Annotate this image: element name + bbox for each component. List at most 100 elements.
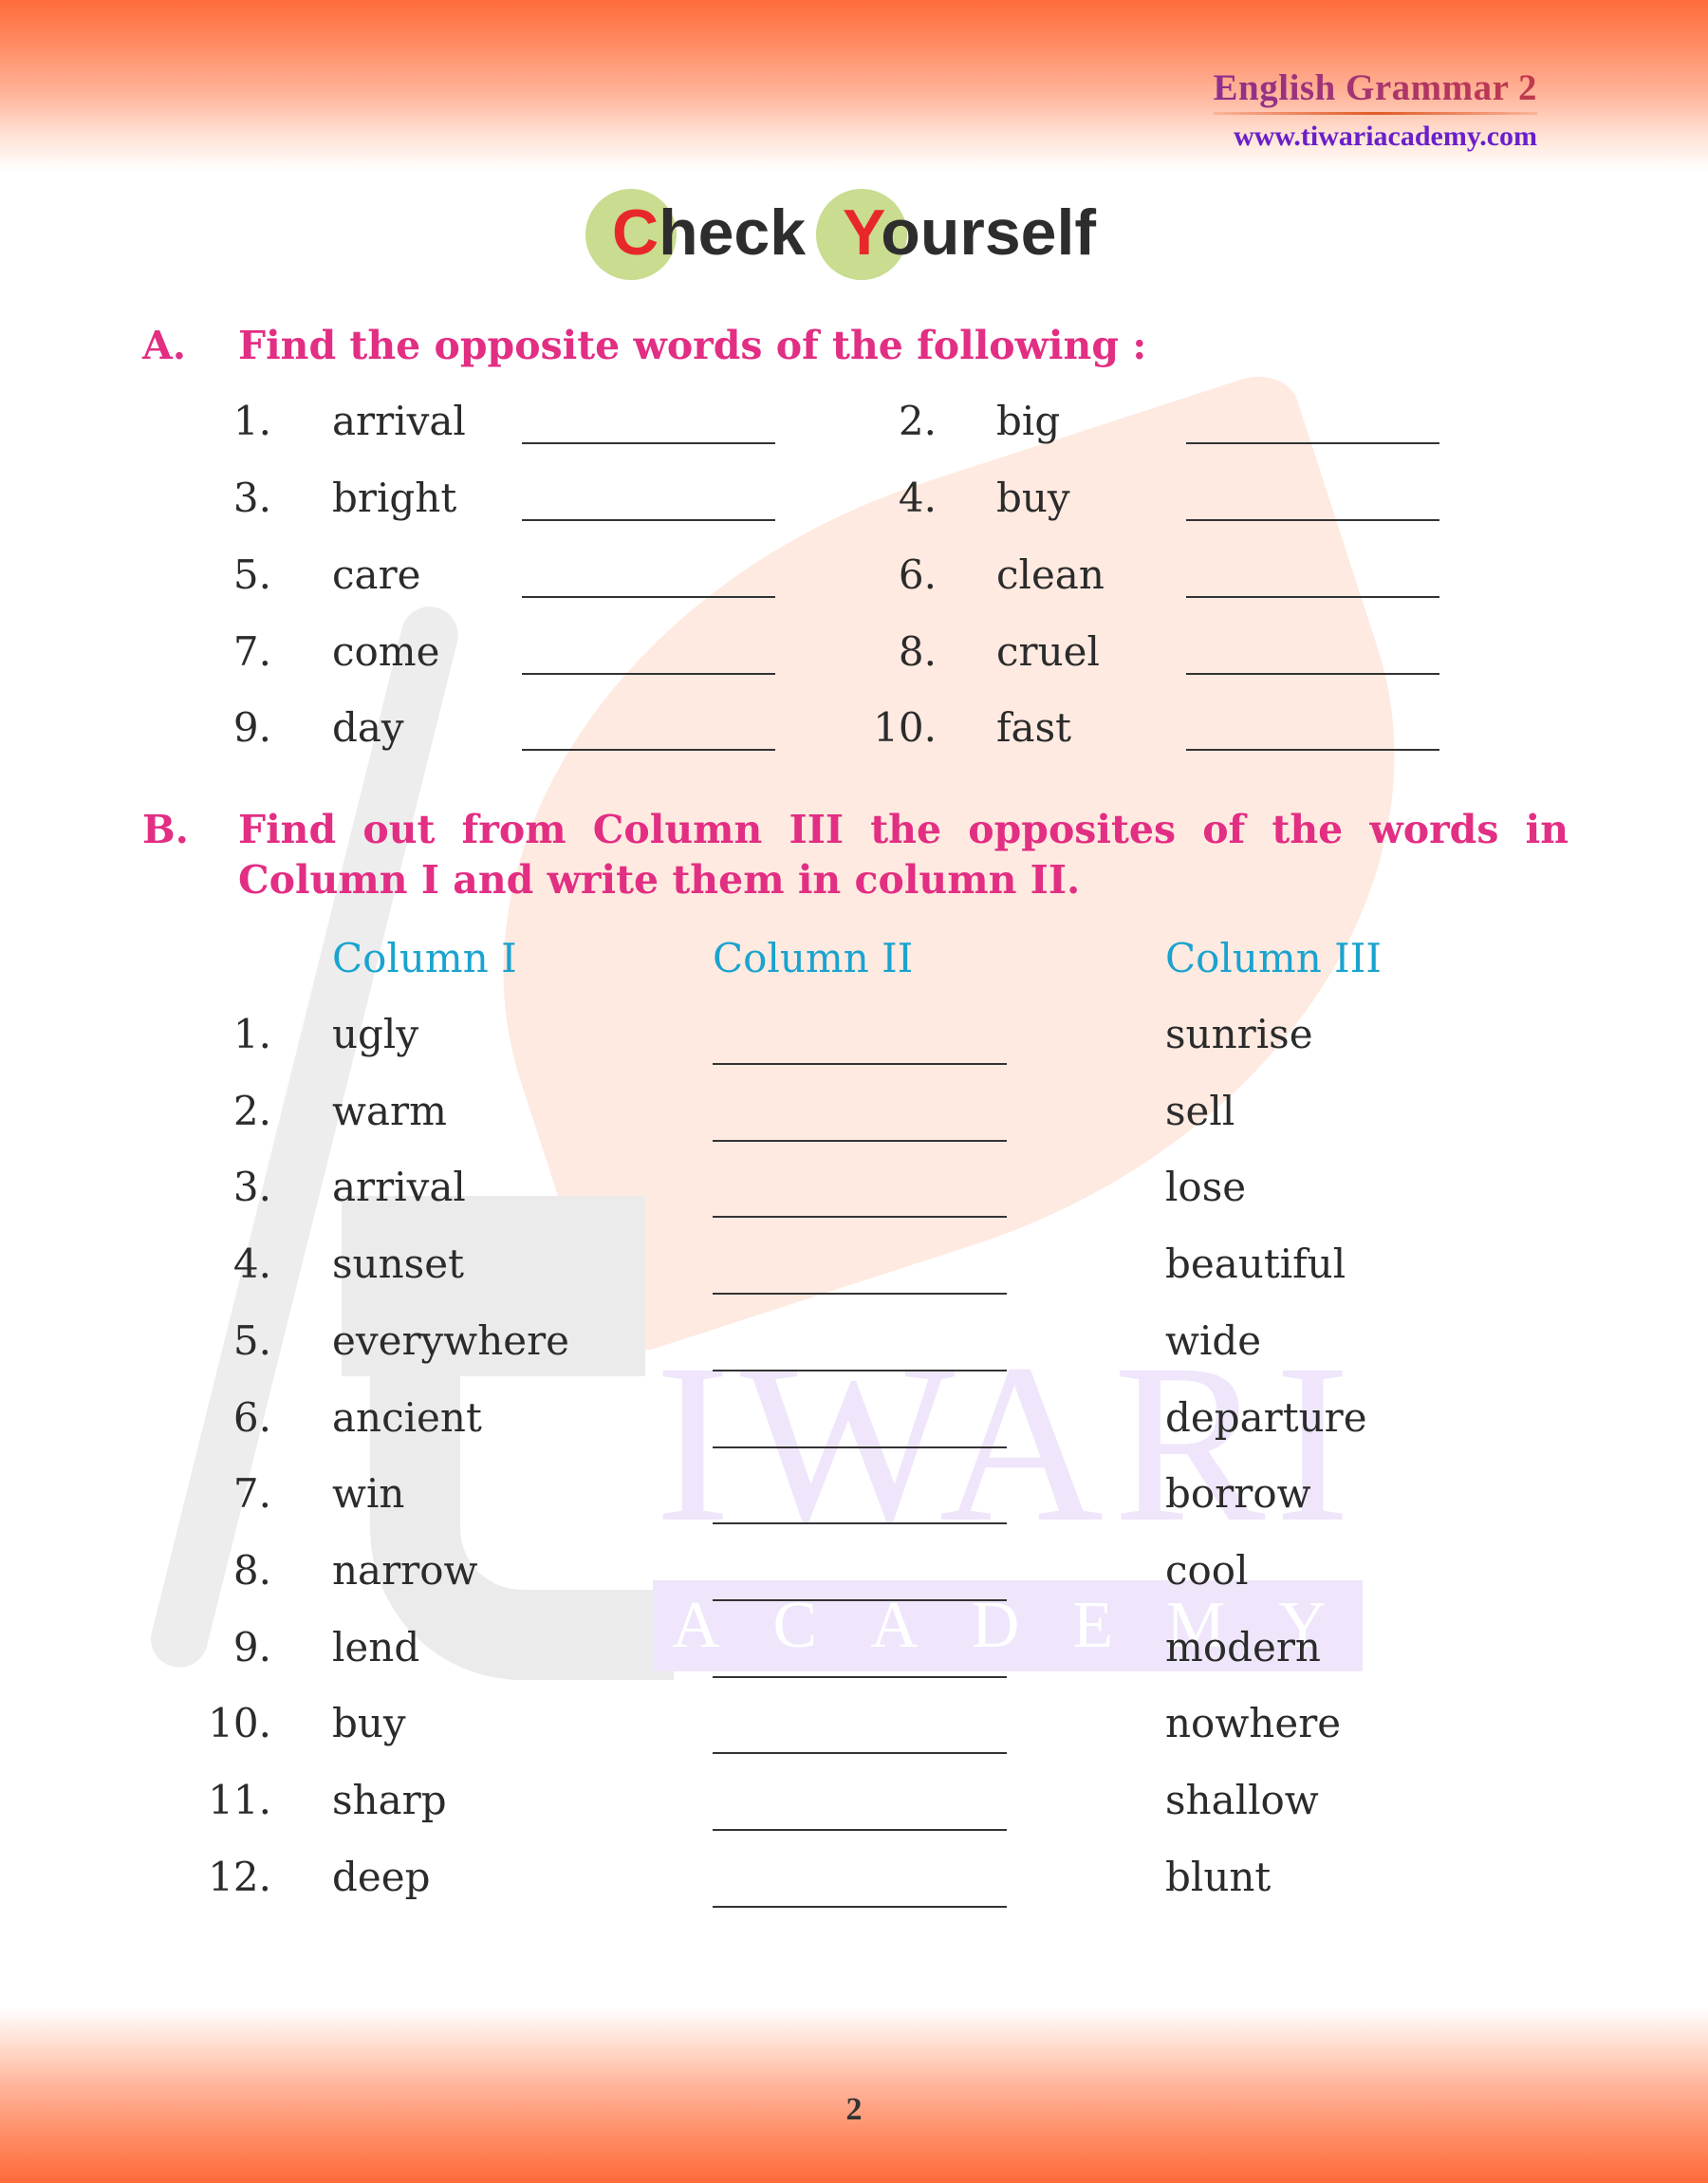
row-number: 3.: [232, 1164, 271, 1210]
title-rest-check: heck: [659, 196, 807, 269]
item-number: 2.: [898, 398, 937, 444]
column-iii-word: nowhere: [1165, 1700, 1342, 1746]
item-word: cruel: [996, 628, 1100, 675]
column-ii-answer-blank[interactable]: [713, 1140, 1007, 1142]
title-word-yourself: Yourself: [815, 189, 1097, 280]
row-number: 9.: [232, 1624, 271, 1670]
section-b-letter: B.: [142, 807, 189, 852]
item-number: 8.: [898, 628, 937, 675]
section-a-letter: A.: [142, 323, 187, 368]
column-iii-word: beautiful: [1165, 1241, 1346, 1287]
column-ii-answer-blank[interactable]: [713, 1752, 1007, 1754]
answer-blank[interactable]: [1186, 749, 1439, 751]
item-number: 5.: [232, 551, 271, 598]
answer-blank[interactable]: [1186, 442, 1439, 444]
column-i-word: ancient: [332, 1394, 482, 1441]
column-i-word: win: [332, 1470, 405, 1517]
answer-blank[interactable]: [522, 519, 775, 521]
item-number: 9.: [232, 704, 271, 751]
website-link[interactable]: www.tiwariacademy.com: [1214, 121, 1537, 153]
row-number: 6.: [232, 1394, 271, 1441]
answer-blank[interactable]: [522, 596, 775, 598]
row-number: 11.: [208, 1777, 271, 1823]
column-ii-answer-blank[interactable]: [713, 1063, 1007, 1065]
column-ii-answer-blank[interactable]: [713, 1599, 1007, 1601]
column-i-word: deep: [332, 1854, 431, 1900]
column-header-ii: Column II: [713, 935, 914, 981]
column-iii-word: modern: [1165, 1624, 1321, 1670]
answer-blank[interactable]: [1186, 519, 1439, 521]
page-number: 2: [845, 2092, 863, 2127]
column-iii-word: shallow: [1165, 1777, 1319, 1823]
row-number: 10.: [208, 1700, 271, 1746]
column-iii-word: blunt: [1165, 1854, 1272, 1900]
column-i-word: sharp: [332, 1777, 447, 1823]
answer-blank[interactable]: [1186, 673, 1439, 675]
column-i-word: warm: [332, 1088, 447, 1134]
column-ii-answer-blank[interactable]: [713, 1293, 1007, 1295]
column-ii-answer-blank[interactable]: [713, 1829, 1007, 1831]
column-i-word: lend: [332, 1624, 420, 1670]
item-word: arrival: [332, 398, 466, 444]
item-word: care: [332, 551, 421, 598]
column-i-word: sunset: [332, 1241, 464, 1287]
answer-blank[interactable]: [1186, 596, 1439, 598]
column-iii-word: cool: [1165, 1547, 1249, 1594]
item-number: 6.: [898, 551, 937, 598]
column-ii-answer-blank[interactable]: [713, 1370, 1007, 1371]
item-number: 10.: [873, 704, 937, 751]
watermark-hook-shape: [370, 1234, 674, 1680]
brand-block: English Grammar 2 www.tiwariacademy.com: [1213, 66, 1537, 153]
column-iii-word: sunrise: [1165, 1011, 1313, 1057]
column-ii-answer-blank[interactable]: [713, 1522, 1007, 1524]
title-rest-yourself: ourself: [881, 196, 1097, 269]
title-word-check: Check: [585, 189, 807, 280]
column-i-word: narrow: [332, 1547, 478, 1594]
column-iii-word: lose: [1165, 1164, 1247, 1210]
item-word: buy: [996, 475, 1070, 521]
column-iii-word: borrow: [1165, 1470, 1311, 1517]
column-iii-word: wide: [1165, 1317, 1262, 1364]
section-a-instruction: Find the opposite words of the following…: [238, 323, 1147, 368]
item-word: fast: [996, 704, 1072, 751]
column-i-word: everywhere: [332, 1317, 570, 1364]
item-number: 3.: [232, 475, 271, 521]
title-initial-c: C: [611, 196, 659, 269]
column-ii-answer-blank[interactable]: [713, 1676, 1007, 1678]
section-b-instruction-line2: Column I and write them in column II.: [238, 857, 1081, 903]
item-word: big: [996, 398, 1061, 444]
column-iii-word: sell: [1165, 1088, 1235, 1134]
title-initial-y: Y: [842, 196, 882, 269]
row-number: 5.: [232, 1317, 271, 1364]
column-i-word: arrival: [332, 1164, 466, 1210]
brand-divider: [1213, 112, 1537, 115]
row-number: 2.: [232, 1088, 271, 1134]
column-ii-answer-blank[interactable]: [713, 1446, 1007, 1448]
row-number: 12.: [208, 1854, 271, 1900]
book-title: English Grammar 2: [1213, 67, 1537, 108]
item-number: 4.: [898, 475, 937, 521]
item-number: 1.: [232, 398, 271, 444]
answer-blank[interactable]: [522, 442, 775, 444]
section-b-instruction-line1: Find out from Column III the opposites o…: [238, 807, 1569, 852]
item-word: clean: [996, 551, 1105, 598]
page-title: Check Yourself: [0, 189, 1708, 280]
column-ii-answer-blank[interactable]: [713, 1216, 1007, 1218]
column-iii-word: departure: [1165, 1394, 1367, 1441]
row-number: 8.: [232, 1547, 271, 1594]
column-ii-answer-blank[interactable]: [713, 1906, 1007, 1908]
item-word: day: [332, 704, 404, 751]
row-number: 1.: [232, 1011, 271, 1057]
column-i-word: buy: [332, 1700, 406, 1746]
answer-blank[interactable]: [522, 673, 775, 675]
answer-blank[interactable]: [522, 749, 775, 751]
item-word: bright: [332, 475, 457, 521]
row-number: 7.: [232, 1470, 271, 1517]
item-number: 7.: [232, 628, 271, 675]
column-i-word: ugly: [332, 1011, 419, 1057]
column-header-i: Column I: [332, 935, 517, 981]
watermark-stem-shape: [144, 600, 465, 1674]
item-word: come: [332, 628, 440, 675]
row-number: 4.: [232, 1241, 271, 1287]
column-header-iii: Column III: [1165, 935, 1382, 981]
